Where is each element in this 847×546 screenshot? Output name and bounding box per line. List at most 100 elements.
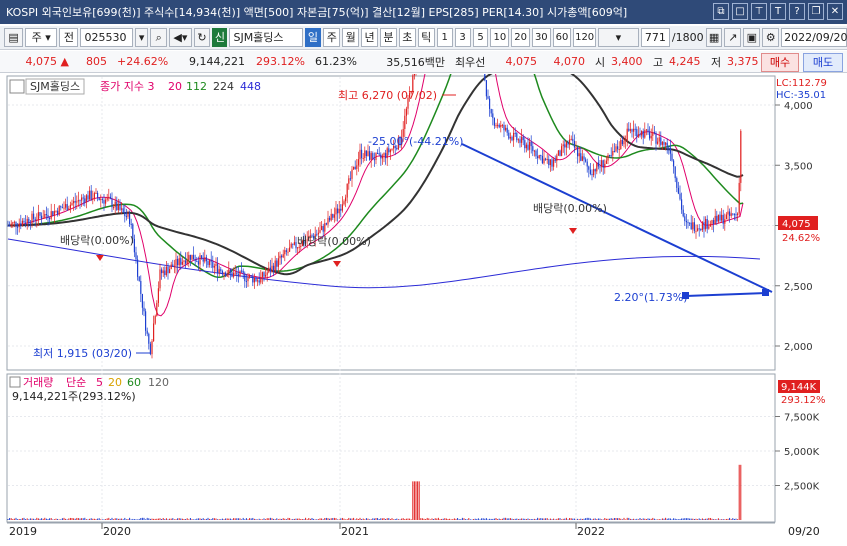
date-input[interactable]: 2022/09/20 (781, 28, 847, 47)
candle-body (229, 269, 231, 273)
candle-body (613, 151, 615, 153)
candle-body (644, 130, 646, 138)
change-percent: +24.62% (117, 55, 169, 68)
candle-body (50, 211, 52, 219)
candle-body (146, 330, 148, 334)
candle-body (29, 223, 31, 225)
candle-body (119, 203, 121, 210)
candle-body (52, 211, 54, 216)
candle-body (597, 162, 599, 167)
speaker-icon[interactable]: ◀▾ (169, 28, 192, 47)
candle-body (79, 200, 81, 202)
candle-body (15, 221, 17, 227)
candle-body (141, 293, 143, 308)
indicator-icon[interactable]: ▦ (705, 28, 723, 47)
candle-body (226, 274, 228, 277)
period-second[interactable]: 초 (398, 28, 416, 47)
candle-body (322, 226, 324, 232)
candle-body (484, 74, 486, 81)
interval-1[interactable]: 1 (436, 28, 453, 47)
volume-ratio: 293.12% (256, 55, 305, 68)
candle-body (125, 216, 127, 218)
candle-body (156, 302, 158, 316)
interval-5[interactable]: 5 (472, 28, 489, 47)
candle-body (345, 197, 347, 202)
candle-body (185, 260, 187, 264)
mode-toggle[interactable]: 전 (59, 28, 79, 47)
font-icon[interactable]: T (770, 3, 786, 20)
candle-body (45, 214, 47, 216)
candle-body (713, 220, 715, 224)
candle-body (92, 198, 94, 200)
candle-body (405, 108, 407, 116)
maximize-icon[interactable]: □ (732, 3, 748, 20)
candle-body (244, 273, 246, 282)
chevron-down-icon[interactable]: ▾ (135, 28, 149, 47)
gear-icon[interactable]: ⚙ (762, 28, 780, 47)
period-tick[interactable]: 틱 (417, 28, 435, 47)
candle-body (63, 207, 65, 209)
candle-body (386, 148, 388, 159)
candle-body (562, 144, 564, 147)
layout-icon[interactable]: ▤ (4, 28, 24, 47)
buy-button[interactable]: 매수 (761, 53, 799, 72)
candle-body (684, 216, 686, 221)
low-label: 저 (711, 55, 722, 69)
candle-body (25, 222, 27, 224)
save-icon[interactable]: ▣ (743, 28, 761, 47)
market-select[interactable]: 주 ▾ (25, 28, 58, 47)
search-icon[interactable]: ⌕ (150, 28, 168, 47)
interval-dropdown[interactable]: ▾ (597, 28, 639, 47)
sell-button[interactable]: 매도 (803, 53, 843, 72)
interval-10[interactable]: 10 (490, 28, 510, 47)
interval-60[interactable]: 60 (552, 28, 572, 47)
candle-body (130, 223, 132, 225)
pin-icon[interactable]: ⊤ (751, 3, 767, 20)
stock-name-field[interactable]: SJM홀딩스 (229, 28, 303, 47)
volume-panel-icon[interactable] (9, 376, 21, 388)
candle-body (653, 131, 655, 133)
candle-body (636, 129, 638, 137)
link-icon[interactable]: ⧉ (713, 3, 729, 20)
candle-body (618, 149, 620, 151)
period-week[interactable]: 주 (323, 28, 341, 47)
period-day[interactable]: 일 (304, 28, 322, 47)
open-price: 3,400 (611, 55, 643, 68)
candle-body (572, 138, 574, 141)
period-month[interactable]: 월 (342, 28, 360, 47)
candle-body (493, 117, 495, 126)
count-input[interactable]: 771 (640, 28, 670, 47)
ma-224-legend: 224 (213, 80, 234, 93)
support-handle-right[interactable] (762, 289, 769, 296)
code-input[interactable]: 025530 (80, 28, 134, 47)
period-minute[interactable]: 분 (380, 28, 397, 47)
draw-icon[interactable]: ↗ (724, 28, 742, 47)
panel-icon[interactable] (9, 79, 25, 94)
candle-body (143, 307, 145, 312)
candle-body (53, 211, 55, 216)
interval-20[interactable]: 20 (511, 28, 530, 47)
candle-body (596, 162, 598, 172)
price-tick-label: 2,000 (784, 342, 813, 353)
help-icon[interactable]: ? (789, 3, 805, 20)
candle-body (84, 198, 86, 203)
interval-30[interactable]: 30 (531, 28, 551, 47)
restore-icon[interactable]: ❐ (808, 3, 824, 20)
quote-bar: 4,075 ▲ 805 +24.62% 9,144,221 293.12% 61… (0, 51, 847, 73)
candle-body (169, 269, 171, 274)
interval-3[interactable]: 3 (454, 28, 471, 47)
candle-body (570, 138, 572, 140)
stock-chart[interactable]: SJM홀딩스 종가 지수 3 20 112 224 448 LC:112.79 … (0, 74, 847, 546)
refresh-icon[interactable]: ↻ (193, 28, 211, 47)
period-year[interactable]: 년 (361, 28, 379, 47)
candle-body (218, 269, 220, 274)
candle-body (413, 74, 415, 76)
high-price: 4,245 (669, 55, 701, 68)
close-icon[interactable]: ✕ (827, 3, 843, 20)
candle-body (351, 169, 353, 179)
candle-body (77, 200, 79, 202)
candle-body (231, 272, 233, 277)
support-annotation: 2.20°(1.73%) (614, 291, 688, 304)
interval-120[interactable]: 120 (573, 28, 596, 47)
candle-body (385, 153, 387, 159)
